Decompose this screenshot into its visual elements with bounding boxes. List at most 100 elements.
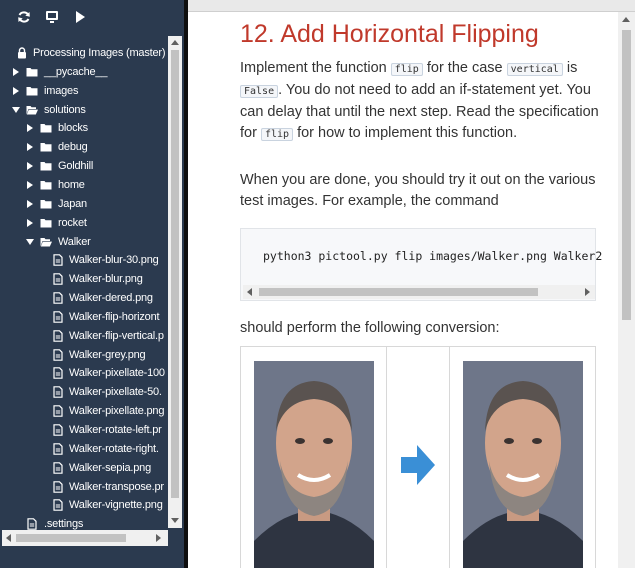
tree-folder[interactable]: debug (0, 138, 168, 156)
code-horizontal-scrollbar[interactable] (243, 285, 595, 299)
tree-root[interactable]: Processing Images (master) (0, 44, 168, 62)
tree-item-label: Walker-sepia.png (69, 461, 151, 474)
tree-file[interactable]: Walker-pixellate-100 (0, 364, 168, 382)
text-span: for how to implement this function. (293, 125, 518, 141)
tree-item-label: Japan (58, 197, 87, 210)
text-span: Implement the function (240, 60, 391, 76)
tree-file[interactable]: Walker-flip-vertical.p (0, 327, 168, 345)
folder-icon (40, 143, 52, 152)
document-vertical-scrollbar[interactable] (618, 12, 635, 568)
chevron-right-icon[interactable] (26, 199, 34, 208)
folder-open-icon (40, 237, 52, 246)
tree-item-label: home (58, 178, 85, 191)
chevron-down-icon[interactable] (12, 106, 20, 114)
tree-item-label: Walker-flip-vertical.p (69, 329, 164, 342)
tree-item-label: solutions (44, 103, 86, 116)
file-icon (53, 273, 63, 285)
tree-file[interactable]: Walker-vignette.png (0, 496, 168, 514)
lock-icon (18, 47, 26, 59)
tree-folder[interactable]: Goldhill (0, 157, 168, 175)
chevron-right-icon[interactable] (26, 124, 34, 133)
chevron-right-icon[interactable] (12, 86, 20, 95)
inline-code: False (240, 85, 279, 98)
tree-file[interactable]: Walker-blur.png (0, 270, 168, 288)
refresh-button[interactable] (16, 9, 32, 25)
tree-item-label: Walker-blur-30.png (69, 254, 159, 267)
scroll-right-arrow-icon[interactable] (156, 534, 161, 542)
tree-file[interactable]: Walker-sepia.png (0, 459, 168, 477)
right-arrow-icon (401, 445, 435, 485)
monitor-button[interactable] (44, 9, 60, 25)
file-icon (53, 348, 63, 361)
scroll-left-arrow-icon[interactable] (6, 534, 11, 542)
scroll-up-arrow-icon[interactable] (171, 40, 179, 45)
tree-item-label: __pycache__ (44, 65, 108, 78)
tree-folder[interactable]: Walker (0, 233, 168, 251)
folder-icon (40, 218, 52, 228)
folder-icon (40, 162, 52, 171)
chevron-down-icon[interactable] (26, 238, 34, 246)
tree-folder[interactable]: blocks (0, 119, 168, 137)
file-icon (53, 367, 63, 380)
tree-file[interactable]: Walker-rotate-right. (0, 440, 168, 458)
figure-divider (449, 347, 450, 568)
instruction-paragraph: Implement the function flip for the case… (240, 58, 612, 145)
tree-item-label: debug (58, 141, 88, 154)
chevron-right-icon[interactable] (26, 180, 34, 189)
tree-item-label: Walker-grey.png (69, 348, 146, 361)
page-title: 12. Add Horizontal Flipping (240, 20, 539, 48)
file-icon (53, 480, 63, 493)
chevron-right-icon[interactable] (12, 67, 20, 76)
tree-folder[interactable]: rocket (0, 214, 168, 232)
tree-file[interactable]: Walker-flip-horizont (0, 308, 168, 326)
folder-icon (26, 67, 38, 77)
file-icon (53, 443, 63, 455)
document-scroll-thumb[interactable] (622, 30, 631, 320)
tree-folder[interactable]: __pycache__ (0, 63, 168, 81)
sidebar-horizontal-scrollbar[interactable] (2, 530, 168, 546)
file-icon (53, 292, 63, 304)
tree-file[interactable]: Walker-transpose.pr (0, 478, 168, 496)
tree-file[interactable]: Walker-pixellate.png (0, 402, 168, 420)
document-pane: 12. Add Horizontal Flipping Implement th… (188, 0, 635, 568)
file-icon (53, 405, 63, 417)
tree-file[interactable]: Walker-rotate-left.pr (0, 421, 168, 439)
text-span: for the case (422, 60, 507, 76)
tree-item-label: Walker-rotate-right. (69, 442, 159, 455)
file-explorer-sidebar: Processing Images (master) __pycache__ima… (0, 0, 184, 568)
scroll-up-arrow-icon[interactable] (622, 17, 630, 22)
figure-divider (386, 347, 387, 568)
command-text: python3 pictool.py flip images/Walker.pn… (263, 249, 603, 263)
run-button[interactable] (72, 9, 88, 25)
tree-folder[interactable]: Japan (0, 195, 168, 213)
conversion-figure (240, 346, 596, 568)
sidebar-vertical-scrollbar[interactable] (168, 36, 182, 528)
file-icon (53, 461, 63, 474)
code-scroll-thumb[interactable] (259, 288, 538, 296)
folder-icon (40, 124, 52, 133)
chevron-right-icon[interactable] (26, 162, 34, 171)
file-icon (53, 499, 63, 512)
scroll-down-arrow-icon[interactable] (171, 518, 179, 523)
scroll-left-arrow-icon[interactable] (247, 288, 252, 296)
chevron-right-icon[interactable] (26, 143, 34, 152)
sidebar-scroll-thumb[interactable] (171, 50, 179, 498)
tree-file[interactable]: Walker-grey.png (0, 346, 168, 364)
scroll-right-arrow-icon[interactable] (585, 288, 590, 296)
tree-file[interactable]: Walker-pixellate-50. (0, 383, 168, 401)
sidebar-hscroll-thumb[interactable] (16, 534, 126, 542)
folder-icon (40, 180, 52, 190)
tree-file[interactable]: Walker-blur-30.png (0, 251, 168, 269)
tree-item-label: Walker-vignette.png (69, 499, 163, 512)
file-icon (53, 254, 63, 267)
test-paragraph: When you are done, you should try it out… (240, 172, 596, 209)
tree-file[interactable]: Walker-dered.png (0, 289, 168, 307)
document-top-bar (188, 0, 635, 12)
tree-item-label: Walker-dered.png (69, 292, 153, 305)
play-icon (76, 11, 85, 23)
tree-folder[interactable]: images (0, 82, 168, 100)
chevron-right-icon[interactable] (26, 218, 34, 227)
tree-item-label: blocks (58, 122, 88, 135)
tree-folder[interactable]: solutions (0, 101, 168, 119)
tree-folder[interactable]: home (0, 176, 168, 194)
